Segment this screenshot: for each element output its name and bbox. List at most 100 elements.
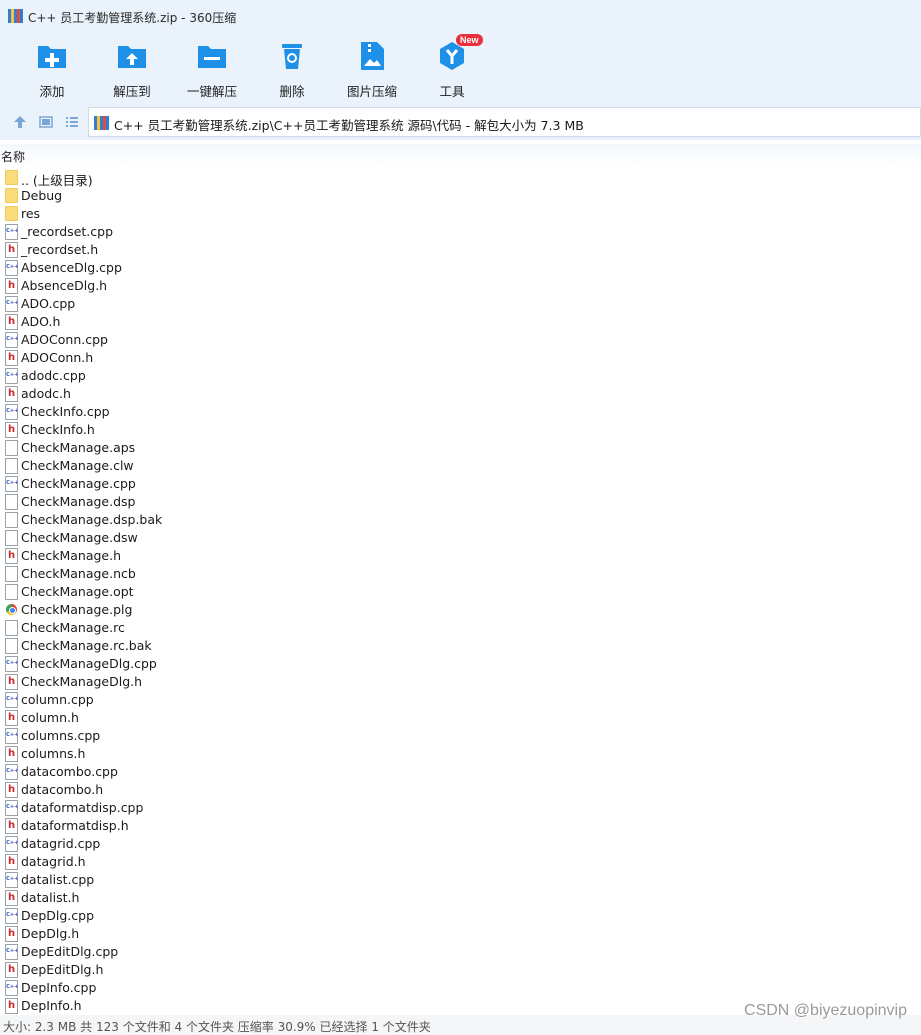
file-row[interactable]: column.cpp xyxy=(0,691,921,709)
header-file-icon xyxy=(5,746,18,762)
file-icon xyxy=(5,584,18,600)
file-row[interactable]: columns.h xyxy=(0,745,921,763)
file-row[interactable]: AbsenceDlg.cpp xyxy=(0,259,921,277)
header-file-icon xyxy=(5,314,18,330)
file-row[interactable]: ADO.cpp xyxy=(0,295,921,313)
tools-button[interactable]: New 工具 xyxy=(412,34,492,99)
file-row[interactable]: datacombo.h xyxy=(0,781,921,799)
file-row[interactable]: _recordset.cpp xyxy=(0,223,921,241)
file-name: column.h xyxy=(21,710,79,725)
file-row[interactable]: dataformatdisp.h xyxy=(0,817,921,835)
file-name: CheckManage.ncb xyxy=(21,566,136,581)
file-name: CheckManage.plg xyxy=(21,602,133,617)
address-path: C++ 员工考勤管理系统.zip\C++员工考勤管理系统 源码\代码 - 解包大… xyxy=(114,118,584,133)
add-button[interactable]: 添加 xyxy=(12,38,92,99)
folder-row[interactable]: res xyxy=(0,205,921,223)
file-name: DepEditDlg.cpp xyxy=(21,944,119,959)
file-row[interactable]: ADOConn.cpp xyxy=(0,331,921,349)
file-icon xyxy=(5,620,18,636)
window-title: C++ 员工考勤管理系统.zip - 360压缩 xyxy=(28,11,237,25)
file-row[interactable]: dataformatdisp.cpp xyxy=(0,799,921,817)
new-badge: New xyxy=(456,34,483,46)
file-row[interactable]: _recordset.h xyxy=(0,241,921,259)
file-row[interactable]: DepEditDlg.h xyxy=(0,961,921,979)
header-file-icon xyxy=(5,782,18,798)
file-row[interactable]: datagrid.cpp xyxy=(0,835,921,853)
delete-label: 删除 xyxy=(279,84,305,99)
file-row[interactable]: CheckManage.dsp xyxy=(0,493,921,511)
header-file-icon xyxy=(5,890,18,906)
address-bar[interactable]: C++ 员工考勤管理系统.zip\C++员工考勤管理系统 源码\代码 - 解包大… xyxy=(88,107,921,137)
header-file-icon xyxy=(5,710,18,726)
folder-icon xyxy=(5,206,18,221)
file-row[interactable]: datalist.h xyxy=(0,889,921,907)
file-name: datalist.cpp xyxy=(21,872,95,887)
image-compress-button[interactable]: 图片压缩 xyxy=(332,38,412,99)
file-row[interactable]: CheckInfo.h xyxy=(0,421,921,439)
file-row[interactable]: CheckManage.rc xyxy=(0,619,921,637)
file-row[interactable]: columns.cpp xyxy=(0,727,921,745)
file-row[interactable]: DepDlg.h xyxy=(0,925,921,943)
file-name: dataformatdisp.h xyxy=(21,818,129,833)
file-row[interactable]: DepEditDlg.cpp xyxy=(0,943,921,961)
folder-icon xyxy=(5,188,18,203)
list-view-icon[interactable] xyxy=(64,114,80,130)
folder-row[interactable]: Debug xyxy=(0,187,921,205)
file-row[interactable]: DepDlg.cpp xyxy=(0,907,921,925)
file-row[interactable]: CheckManage.rc.bak xyxy=(0,637,921,655)
toolbar: 添加 解压到 一键解压 删除 图片压缩 New 工具 xyxy=(0,34,921,104)
file-row[interactable]: datalist.cpp xyxy=(0,871,921,889)
file-row[interactable]: CheckManage.clw xyxy=(0,457,921,475)
cpp-file-icon xyxy=(5,872,18,888)
file-name: ADO.cpp xyxy=(21,296,76,311)
file-row[interactable]: CheckManageDlg.h xyxy=(0,673,921,691)
folder-row[interactable]: .. (上级目录) xyxy=(0,169,921,188)
file-row[interactable]: CheckManage.h xyxy=(0,547,921,565)
file-name: ADOConn.cpp xyxy=(21,332,108,347)
header-file-icon xyxy=(5,548,18,564)
file-name: DepInfo.h xyxy=(21,998,82,1013)
file-row[interactable]: datacombo.cpp xyxy=(0,763,921,781)
file-icon xyxy=(5,638,18,654)
file-row[interactable]: column.h xyxy=(0,709,921,727)
file-row[interactable]: ADO.h xyxy=(0,313,921,331)
file-row[interactable]: CheckManage.aps xyxy=(0,439,921,457)
up-arrow-icon[interactable] xyxy=(12,114,28,130)
cpp-file-icon xyxy=(5,656,18,672)
file-row[interactable]: CheckInfo.cpp xyxy=(0,403,921,421)
file-row[interactable]: CheckManageDlg.cpp xyxy=(0,655,921,673)
file-row[interactable]: datagrid.h xyxy=(0,853,921,871)
cpp-file-icon xyxy=(5,296,18,312)
file-row[interactable]: CheckManage.dsp.bak xyxy=(0,511,921,529)
file-name: datacombo.h xyxy=(21,782,104,797)
file-row[interactable]: AbsenceDlg.h xyxy=(0,277,921,295)
file-name: datagrid.h xyxy=(21,854,86,869)
header-file-icon xyxy=(5,926,18,942)
cpp-file-icon xyxy=(5,692,18,708)
file-name: CheckInfo.cpp xyxy=(21,404,110,419)
file-name: AbsenceDlg.cpp xyxy=(21,260,122,275)
delete-button[interactable]: 删除 xyxy=(252,38,332,99)
one-click-extract-button[interactable]: 一键解压 xyxy=(172,38,252,99)
zip-archive-icon xyxy=(94,116,109,130)
extract-to-button[interactable]: 解压到 xyxy=(92,38,172,99)
file-row[interactable]: ADOConn.h xyxy=(0,349,921,367)
cpp-file-icon xyxy=(5,908,18,924)
file-row[interactable]: CheckManage.ncb xyxy=(0,565,921,583)
column-header-name[interactable]: 名称 xyxy=(1,148,25,165)
file-row[interactable]: CheckManage.cpp xyxy=(0,475,921,493)
file-row[interactable]: adodc.cpp xyxy=(0,367,921,385)
file-row[interactable]: DepInfo.cpp xyxy=(0,979,921,997)
extract-to-icon xyxy=(118,46,146,68)
file-name: DepInfo.cpp xyxy=(21,980,97,995)
thumbnail-view-icon[interactable] xyxy=(38,114,54,130)
file-name: AbsenceDlg.h xyxy=(21,278,108,293)
file-row[interactable]: CheckManage.dsw xyxy=(0,529,921,547)
add-folder-icon xyxy=(38,46,66,68)
file-list: .. (上级目录)Debug res _recordset.cpp _recordse… xyxy=(0,169,921,1015)
file-name: CheckManage.h xyxy=(21,548,121,563)
file-row[interactable]: CheckManage.opt xyxy=(0,583,921,601)
file-row[interactable]: adodc.h xyxy=(0,385,921,403)
file-row[interactable]: CheckManage.plg xyxy=(0,601,921,619)
file-name: CheckManage.opt xyxy=(21,584,134,599)
